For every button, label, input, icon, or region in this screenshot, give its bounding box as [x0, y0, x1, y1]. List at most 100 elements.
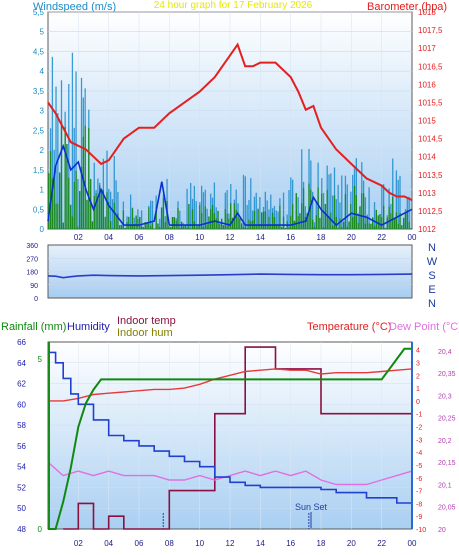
direction-tick: 90 [30, 283, 38, 290]
humidity-tick: 64 [17, 359, 26, 368]
dewpoint-axis-label: Dew Point (°C) [389, 321, 459, 333]
dewpoint-tick: 20,3 [438, 393, 452, 400]
x-tick: 08 [165, 233, 174, 242]
humidity-tick-labels: 48 50 52 54 56 58 60 62 64 66 [17, 338, 26, 534]
dewpoint-tick: 20,1 [438, 482, 452, 489]
x-tick: 10 [195, 233, 204, 242]
x-tick: 00 [408, 233, 417, 242]
rainfall-tick: 5 [38, 355, 43, 364]
temperature-tick-labels: -10-9-8-7-6-5-4-3-2-101234 [416, 348, 426, 534]
direction-tick: 0 [34, 296, 38, 303]
dewpoint-tick: 20 [438, 527, 446, 534]
temperature-tick: 0 [416, 399, 420, 406]
barometer-tick: 1015,5 [418, 98, 443, 107]
humidity-tick: 58 [17, 421, 26, 430]
compass-letter: N [428, 242, 436, 254]
temperature-tick: 1 [416, 386, 420, 393]
windspeed-tick: 0 [40, 225, 45, 234]
rainfall-tick-labels: 05 [38, 355, 43, 534]
barometer-tick: 1017,5 [418, 26, 443, 35]
humidity-tick: 52 [17, 483, 26, 492]
temperature-tick: 4 [416, 348, 420, 355]
chart-title: 24 hour graph for 17 February 2026 [154, 0, 313, 11]
x-tick: 02 [74, 233, 83, 242]
barometer-tick: 1012 [418, 225, 436, 234]
temp-axis-bar [411, 342, 413, 529]
barometer-tick: 1014 [418, 153, 436, 162]
indoor-temp-label: Indoor temp [117, 315, 176, 327]
compass-letter: W [427, 256, 438, 268]
x-tick: 04 [104, 233, 113, 242]
x-tick: 16 [286, 539, 295, 548]
humidity-tick: 56 [17, 442, 26, 451]
humidity-tick: 60 [17, 400, 26, 409]
temperature-tick: 3 [416, 360, 420, 367]
temperature-tick: -6 [416, 476, 422, 483]
barometer-tick: 1013 [418, 189, 436, 198]
x-tick: 04 [104, 539, 113, 548]
x-tick: 16 [286, 233, 295, 242]
rainfall-axis-label: Rainfall (mm) [1, 321, 66, 333]
humidity-tick: 62 [17, 380, 26, 389]
x-tick: 14 [256, 539, 265, 548]
compass-letter: E [428, 284, 435, 296]
dewpoint-tick: 20,2 [438, 438, 452, 445]
x-tick: 00 [408, 539, 417, 548]
compass-letter: S [428, 270, 435, 282]
temperature-tick: 2 [416, 373, 420, 380]
windspeed-tick: 2 [40, 146, 45, 155]
windspeed-tick: 2,5 [33, 126, 45, 135]
x-tick: 08 [165, 539, 174, 548]
windspeed-tick-labels: 0 0,5 1 1,5 2 2,5 3 3,5 4 4,5 5 5,5 [33, 8, 45, 234]
temperature-tick: -3 [416, 437, 422, 444]
temperature-tick: -9 [416, 514, 422, 521]
wind-direction-tick-labels: 0 90 180 270 360 [26, 243, 38, 303]
barometer-tick: 1013,5 [418, 171, 443, 180]
barometer-tick: 1015 [418, 117, 436, 126]
x-tick: 20 [347, 233, 356, 242]
sunset-annotation: Sun Set [295, 502, 328, 512]
dewpoint-tick: 20,05 [438, 505, 456, 512]
windspeed-tick: 5 [40, 28, 45, 37]
x-tick: 06 [135, 539, 144, 548]
temperature-tick: -10 [416, 527, 426, 534]
direction-tick: 360 [26, 243, 38, 250]
barometer-tick: 1016,5 [418, 62, 443, 71]
dewpoint-tick-labels: 20 20,05 20,1 20,15 20,2 20,25 20,3 20,35 20,4 [438, 349, 456, 534]
x-tick: 12 [226, 539, 235, 548]
temperature-axis-label: Temperature (°C) [307, 321, 391, 333]
windspeed-tick: 4,5 [33, 47, 45, 56]
humidity-axis-label: Humidity [67, 321, 110, 333]
x-tick: 06 [135, 233, 144, 242]
barometer-tick: 1016 [418, 80, 436, 89]
x-tick: 18 [317, 539, 326, 548]
weather-chart: 24 hour graph for 17 February 2026 Winds… [1, 0, 459, 548]
barometer-tick: 1012,5 [418, 207, 443, 216]
temperature-tick: -5 [416, 463, 422, 470]
barometer-tick: 1017 [418, 44, 436, 53]
compass-letter: N [428, 298, 436, 310]
dewpoint-tick: 20,4 [438, 349, 452, 356]
temperature-tick: -2 [416, 425, 422, 432]
barometer-tick: 1014,5 [418, 135, 443, 144]
x-tick: 10 [195, 539, 204, 548]
x-tick: 22 [377, 233, 386, 242]
humidity-tick: 54 [17, 463, 26, 472]
humidity-tick: 50 [17, 504, 26, 513]
temperature-tick: -1 [416, 412, 422, 419]
windspeed-tick: 4 [40, 67, 45, 76]
direction-tick: 270 [26, 256, 38, 263]
windspeed-tick: 3,5 [33, 87, 45, 96]
windspeed-axis-label: Windspeed (m/s) [33, 1, 116, 13]
x-tick: 20 [347, 539, 356, 548]
direction-tick: 180 [26, 270, 38, 277]
windspeed-tick: 3 [40, 107, 45, 116]
dewpoint-tick: 20,25 [438, 416, 456, 423]
x-tick: 14 [256, 233, 265, 242]
temperature-tick: -4 [416, 450, 422, 457]
windspeed-tick: 1 [40, 186, 45, 195]
windspeed-tick: 1,5 [33, 166, 45, 175]
windspeed-tick: 0,5 [33, 205, 45, 214]
wind-baro-x-tick-labels: 02 04 06 08 10 12 14 16 18 20 22 00 [74, 233, 417, 242]
x-tick: 12 [226, 233, 235, 242]
